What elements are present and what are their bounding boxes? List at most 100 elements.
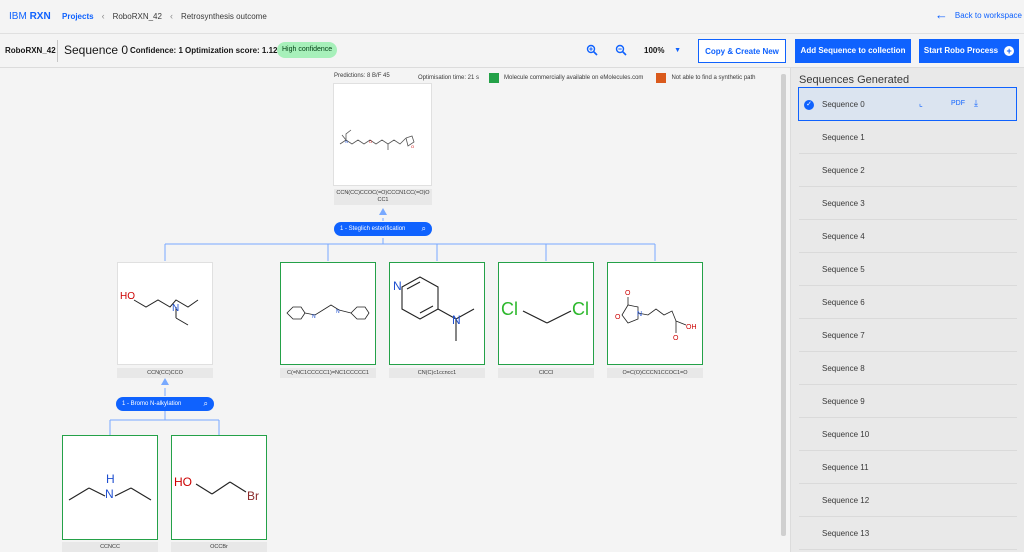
sequence-label: Sequence 8 <box>822 364 865 373</box>
reaction-bromo-alkylation[interactable]: 1 - Bromo N-alkylation ⌕ <box>116 397 214 411</box>
sequence-title: Sequence 0 <box>64 43 129 57</box>
breadcrumb: Projects ‹ RoboRXN_42 ‹ Retrosynthesis o… <box>62 11 267 21</box>
sequence-label: Sequence 13 <box>822 529 870 538</box>
molecule-dmap[interactable]: N N <box>389 262 485 365</box>
svg-text:OH: OH <box>686 324 697 331</box>
sequence-label: Sequence 12 <box>822 496 870 505</box>
svg-text:Br: Br <box>247 489 259 503</box>
start-label: Start Robo Process <box>923 46 999 55</box>
breadcrumb-project[interactable]: RoboRXN_42 <box>113 12 162 21</box>
svg-text:HO: HO <box>120 291 135 302</box>
dcm-smiles: ClCCl <box>498 368 594 378</box>
sequence-item[interactable]: Sequence 8 <box>799 352 1017 385</box>
chart-icon[interactable]: ⌞ <box>919 99 923 108</box>
dcc-smiles: C(=NC1CCCCC1)=NC1CCCCC1 <box>280 368 376 378</box>
dmap-smiles: CN(C)c1ccncc1 <box>389 368 485 378</box>
sequence-item[interactable]: Sequence 11 <box>799 451 1017 484</box>
svg-text:N: N <box>393 279 402 293</box>
target-structure: N O O <box>339 129 415 150</box>
sequence-label: Sequence 1 <box>822 133 865 142</box>
breadcrumb-current: Retrosynthesis outcome <box>180 11 267 21</box>
copy-create-button[interactable]: Copy & Create New <box>698 39 786 63</box>
confidence-badge: High confidence <box>277 42 338 58</box>
sequence-label: Sequence 3 <box>822 199 865 208</box>
plus-icon: + <box>1004 45 1015 56</box>
dmap-structure: N N <box>393 276 475 341</box>
sequence-label: Sequence 0 <box>822 100 865 109</box>
sequence-item[interactable]: Sequence 12 <box>799 484 1017 517</box>
start-robo-process-button[interactable]: Start Robo Process + <box>919 39 1019 63</box>
molecule-dcm[interactable]: Cl Cl <box>498 262 594 365</box>
sequence-item[interactable]: Sequence 7 <box>799 319 1017 352</box>
svg-text:O: O <box>673 335 679 342</box>
sequence-label: Sequence 2 <box>822 166 865 175</box>
molecule-aminoethanol[interactable]: HO N <box>117 262 213 365</box>
chevron-left-icon: ‹ <box>101 11 105 21</box>
sequence-item[interactable]: Sequence 9 <box>799 385 1017 418</box>
sequence-item[interactable]: Sequence 3 <box>799 187 1017 220</box>
breadcrumb-projects[interactable]: Projects <box>62 12 94 21</box>
molecule-diethylamine[interactable]: H N <box>62 435 158 540</box>
aminoethanol-smiles: CCN(CC)CCO <box>117 368 213 378</box>
dcm-structure: Cl Cl <box>501 299 589 324</box>
svg-text:N: N <box>172 303 179 314</box>
toolbar: RoboRXN_42 Sequence 0 Confidence: 1 Opti… <box>0 34 1024 68</box>
search-icon[interactable]: ⌕ <box>204 397 208 411</box>
checkmark-icon: ✓ <box>804 100 814 110</box>
zoom-value: 100% <box>644 46 665 55</box>
reaction2-label: 1 - Bromo N-alkylation <box>122 401 182 407</box>
sequence-item[interactable]: Sequence 6 <box>799 286 1017 319</box>
sequence-label: Sequence 10 <box>822 430 870 439</box>
svg-text:O: O <box>615 314 621 321</box>
add-sequence-button[interactable]: Add Sequence to collection <box>795 39 911 63</box>
target-smiles: CCN(CC)CCOC(=O)CCCN1CC(=O)O CC1 <box>334 189 432 205</box>
sequence-item-active[interactable]: ✓ Sequence 0 ⌞ PDF ⤓ <box>798 87 1017 121</box>
molecule-bromoethanol[interactable]: HO Br <box>171 435 267 540</box>
back-to-workspace-link[interactable]: ← Back to workspace <box>934 7 1022 22</box>
brand-logo[interactable]: IBM RXN <box>9 11 51 22</box>
pdf-link[interactable]: PDF <box>951 100 965 107</box>
svg-text:N: N <box>452 313 461 327</box>
reaction-steglich[interactable]: 1 - Steglich esterification ⌕ <box>334 222 432 236</box>
zoom-select[interactable]: 100% ▼ <box>641 43 685 59</box>
divider <box>57 40 58 62</box>
sequence-item[interactable]: Sequence 13 <box>799 517 1017 550</box>
reaction1-label: 1 - Steglich esterification <box>340 226 406 232</box>
svg-text:HO: HO <box>174 475 192 489</box>
sequence-label: Sequence 5 <box>822 265 865 274</box>
zoom-in-icon[interactable] <box>585 44 599 58</box>
svg-text:H: H <box>106 472 115 486</box>
svg-text:O: O <box>369 139 372 144</box>
diethylamine-smiles: CCNCC <box>62 542 158 552</box>
svg-text:N: N <box>336 309 340 315</box>
svg-text:N: N <box>312 314 316 320</box>
back-label: Back to workspace <box>954 10 1022 20</box>
sequences-panel: Sequences Generated ✓ Sequence 0 ⌞ PDF ⤓… <box>790 68 1024 552</box>
svg-text:Cl: Cl <box>501 299 518 319</box>
brand-rxn: RXN <box>29 11 51 22</box>
zoom-out-icon[interactable] <box>614 44 628 58</box>
brand-ibm: IBM <box>9 11 27 22</box>
arrow-left-icon: ← <box>934 7 948 22</box>
sequence-label: Sequence 9 <box>822 397 865 406</box>
molecule-acid[interactable]: O O N OH O <box>607 262 703 365</box>
search-icon[interactable]: ⌕ <box>422 222 426 236</box>
svg-text:N: N <box>637 311 642 318</box>
confidence-value: Confidence: 1 <box>130 46 183 55</box>
target-molecule-card[interactable]: N O O <box>333 83 432 186</box>
sequence-item[interactable]: Sequence 5 <box>799 253 1017 286</box>
sequence-item[interactable]: Sequence 10 <box>799 418 1017 451</box>
sequence-item[interactable]: Sequence 2 <box>799 154 1017 187</box>
download-icon[interactable]: ⤓ <box>974 98 978 109</box>
aminoethanol-structure: HO N <box>120 291 199 326</box>
molecule-dcc[interactable]: N N <box>280 262 376 365</box>
sequence-item[interactable]: Sequence 1 <box>799 121 1017 154</box>
project-name: RoboRXN_42 <box>5 46 56 55</box>
svg-text:N: N <box>105 487 114 501</box>
sequence-label: Sequence 11 <box>822 463 869 472</box>
acid-structure: O O N OH O <box>615 290 697 342</box>
svg-text:O: O <box>411 144 414 149</box>
dcc-structure: N N <box>286 304 370 320</box>
target-smiles-line1: CCN(CC)CCOC(=O)CCCN1CC(=O)O <box>336 190 430 196</box>
sequence-item[interactable]: Sequence 4 <box>799 220 1017 253</box>
